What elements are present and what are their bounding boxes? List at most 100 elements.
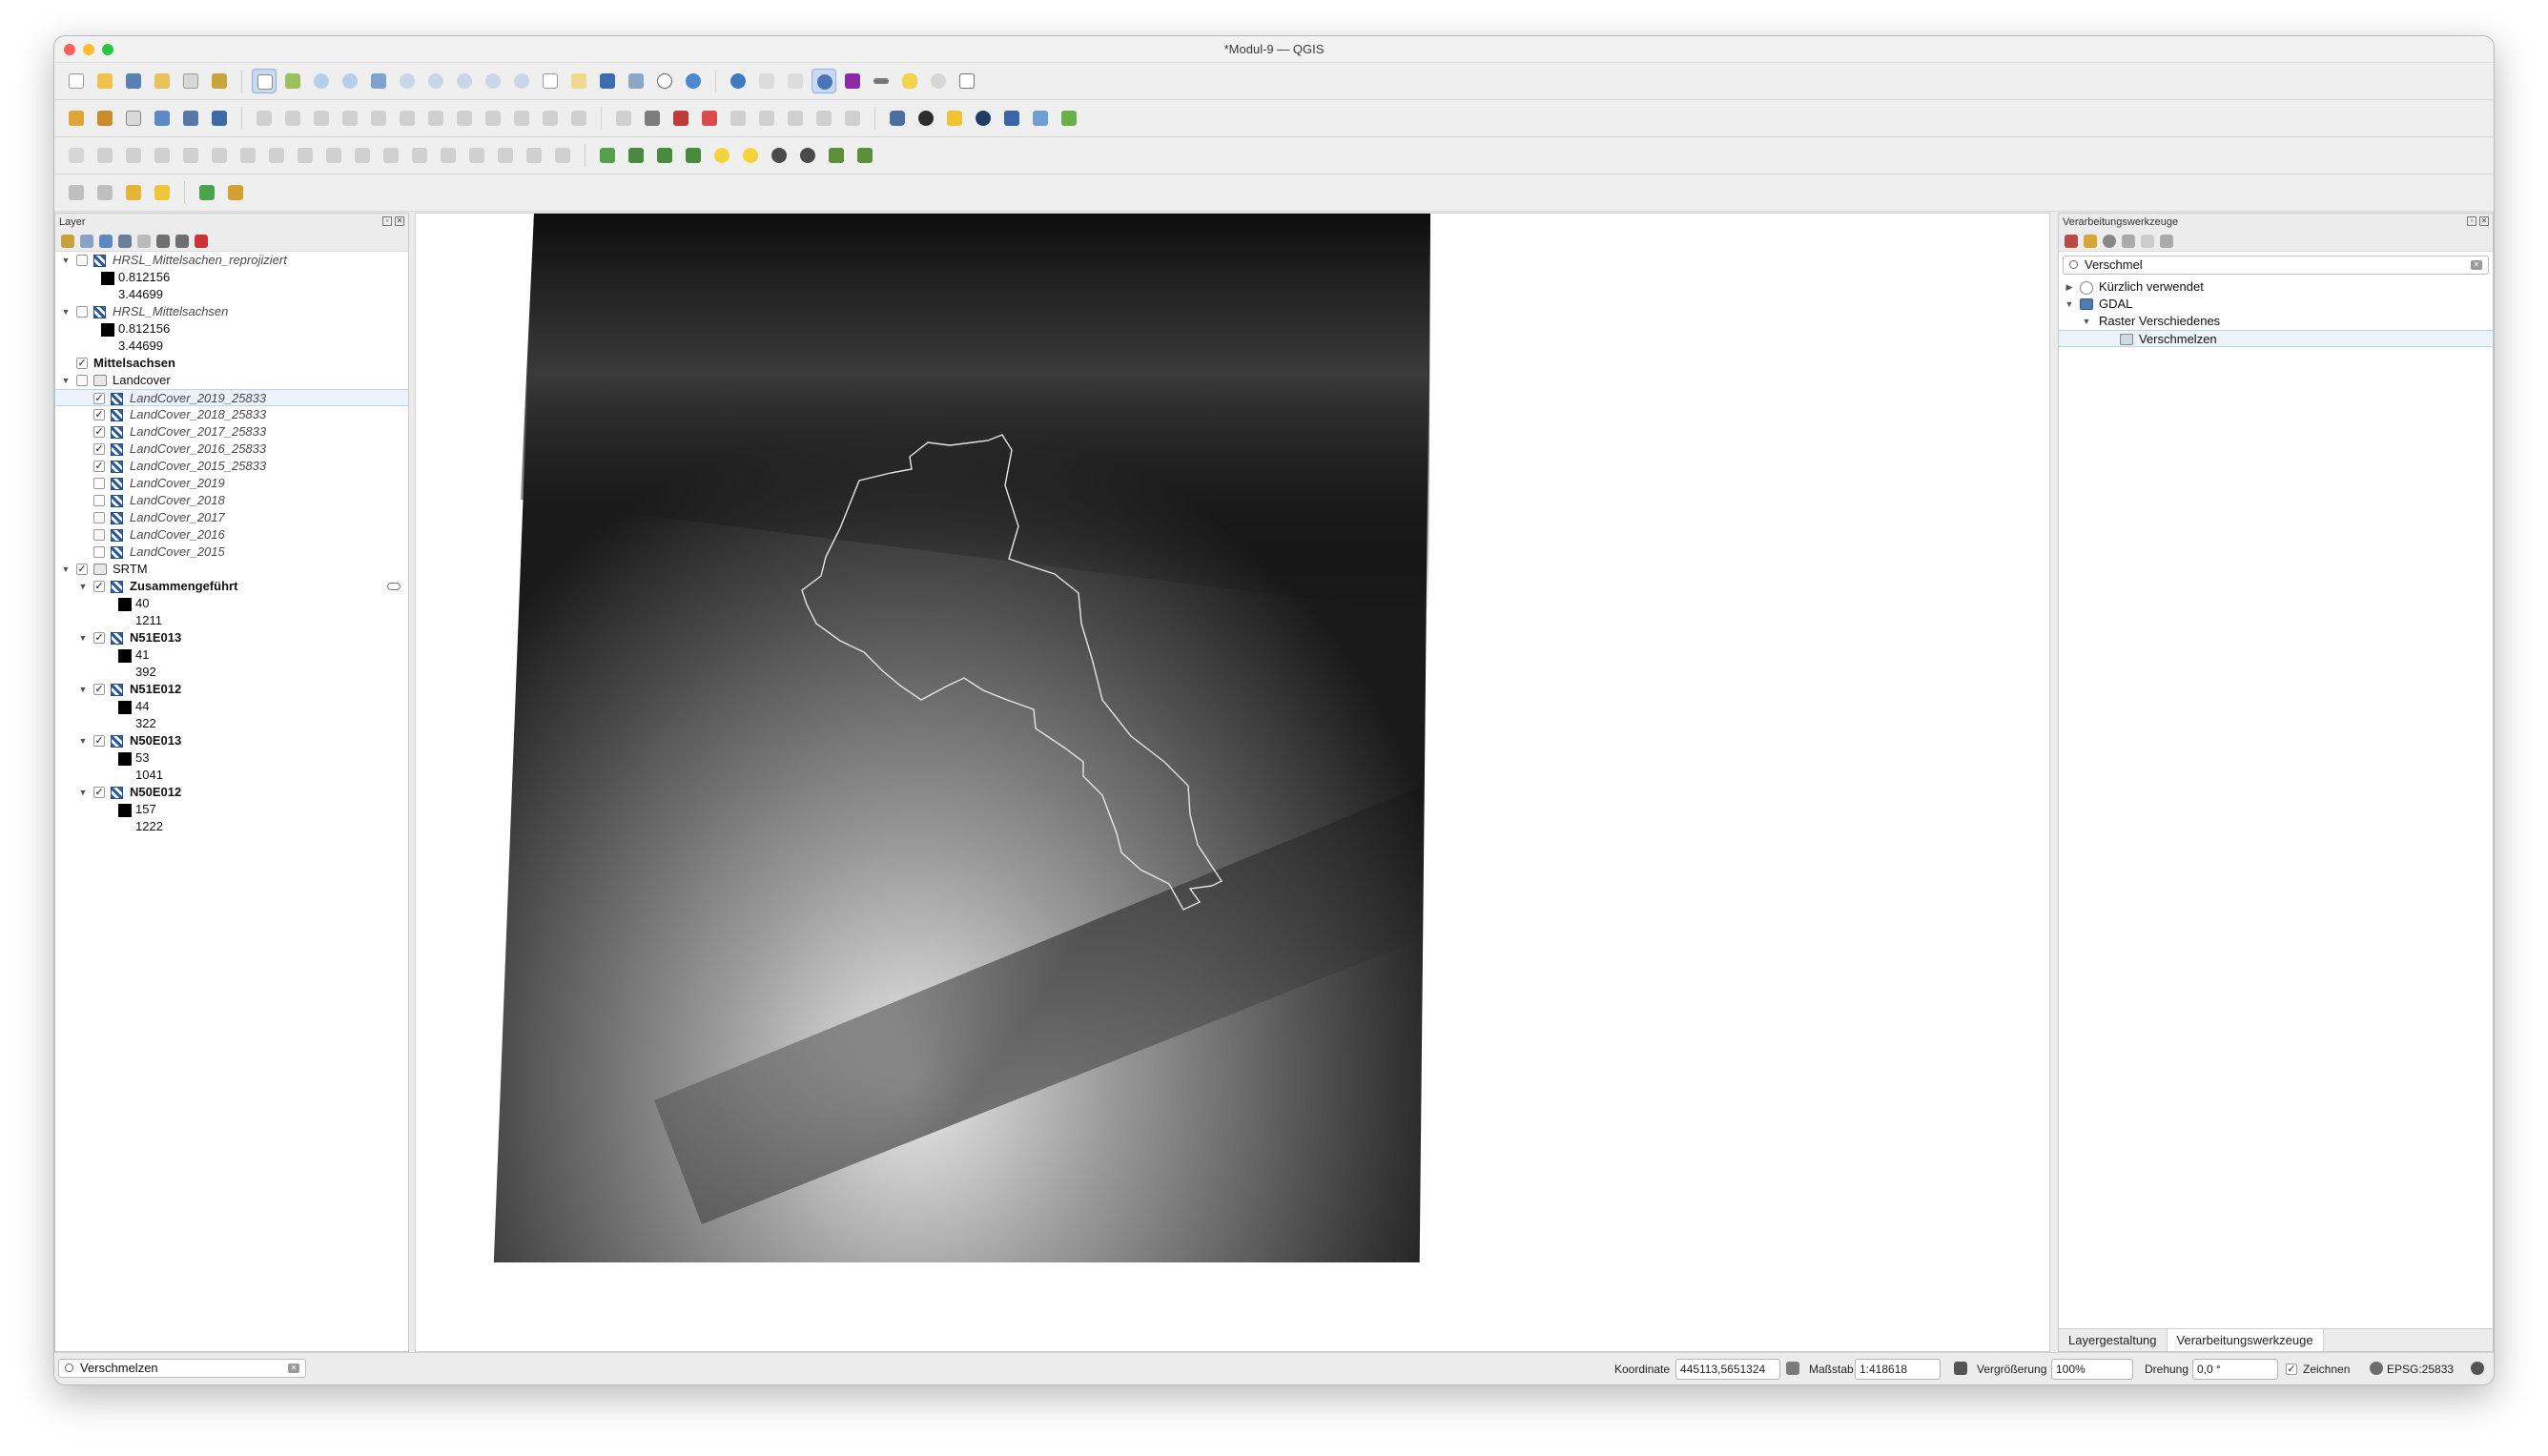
- open-attribute-table-button[interactable]: [754, 69, 779, 93]
- layer-item[interactable]: ▼ ✓ N50E012: [55, 784, 408, 801]
- layer-visibility-checkbox[interactable]: ✓: [93, 735, 105, 747]
- new-virtual-layer-button[interactable]: [207, 106, 232, 131]
- clear-locator-icon[interactable]: ✕: [288, 1364, 299, 1373]
- collapse-arrow-icon[interactable]: ▼: [78, 629, 88, 646]
- zoom-native-button[interactable]: [452, 69, 477, 93]
- add-part-button[interactable]: [207, 143, 232, 168]
- decrease-brightness-button[interactable]: [738, 143, 763, 168]
- open-project-button[interactable]: [92, 69, 117, 93]
- collapse-all-icon[interactable]: [175, 234, 189, 248]
- models-icon[interactable]: [2065, 234, 2078, 248]
- increase-gamma-button[interactable]: [824, 143, 849, 168]
- save-as-button[interactable]: [150, 69, 175, 93]
- data-source-manager-button[interactable]: [64, 106, 89, 131]
- layer-visibility-checkbox[interactable]: [76, 306, 88, 318]
- layer-item[interactable]: ✓ Mittelsachsen: [55, 355, 408, 372]
- new-3d-view-button[interactable]: [566, 69, 591, 93]
- increase-contrast-button[interactable]: [767, 143, 791, 168]
- show-bookmarks-button[interactable]: [624, 69, 648, 93]
- map-canvas[interactable]: [415, 213, 2050, 1352]
- messages-icon[interactable]: [2471, 1362, 2484, 1375]
- zoom-selection-button[interactable]: [395, 69, 420, 93]
- decrease-contrast-button[interactable]: [795, 143, 820, 168]
- expand-all-icon[interactable]: [156, 234, 170, 248]
- tree-item-verschmelzen[interactable]: Verschmelzen: [2059, 330, 2493, 347]
- pan-to-selection-button[interactable]: [280, 69, 305, 93]
- layer-item[interactable]: ▼ HRSL_Mittelsachen_reprojiziert: [55, 252, 408, 269]
- magnifier-field[interactable]: 100%: [2051, 1359, 2133, 1380]
- rotate-feature-button[interactable]: [121, 143, 146, 168]
- move-label-button[interactable]: [726, 106, 750, 131]
- new-geopackage-button[interactable]: [92, 106, 117, 131]
- pan-tool-button[interactable]: [252, 69, 277, 93]
- plugin-car-button[interactable]: [914, 106, 938, 131]
- collapse-arrow-icon[interactable]: ▼: [2082, 313, 2091, 330]
- split-parts-button[interactable]: [407, 143, 432, 168]
- zoom-in-button[interactable]: [309, 69, 334, 93]
- crs-label[interactable]: EPSG:25833: [2387, 1363, 2454, 1376]
- layer-visibility-checkbox[interactable]: ✓: [93, 426, 105, 438]
- coordinate-capture-button[interactable]: [223, 180, 248, 205]
- increase-brightness-button[interactable]: [709, 143, 734, 168]
- merge-attributes-button[interactable]: [464, 143, 489, 168]
- layer-item[interactable]: LandCover_2018: [55, 492, 408, 509]
- save-project-button[interactable]: [121, 69, 146, 93]
- rotate-symbols-button[interactable]: [493, 143, 518, 168]
- collapse-arrow-icon[interactable]: ▼: [61, 372, 71, 389]
- modify-attributes-button[interactable]: [395, 106, 420, 131]
- undo-button[interactable]: [538, 106, 563, 131]
- layer-style-icon[interactable]: [61, 234, 74, 248]
- new-shapefile-button[interactable]: [121, 106, 146, 131]
- decrease-gamma-button[interactable]: [853, 143, 877, 168]
- layer-item[interactable]: LandCover_2016: [55, 526, 408, 543]
- advanced-digitizing-button[interactable]: [64, 143, 89, 168]
- layer-visibility-checkbox[interactable]: ✓: [93, 581, 105, 592]
- delete-ring-button[interactable]: [264, 143, 289, 168]
- layer-indicator-icon[interactable]: [387, 583, 401, 590]
- layer-item[interactable]: ✓ LandCover_2017_25833: [55, 423, 408, 441]
- split-features-button[interactable]: [379, 143, 403, 168]
- layer-visibility-checkbox[interactable]: [93, 546, 105, 558]
- layer-visibility-checkbox[interactable]: ✓: [93, 443, 105, 455]
- options-icon[interactable]: [2160, 234, 2173, 248]
- processing-toolbox-button[interactable]: [812, 69, 836, 93]
- collapse-arrow-icon[interactable]: ▼: [78, 732, 88, 749]
- render-checkbox[interactable]: ✓: [2286, 1364, 2297, 1375]
- actions-button[interactable]: [926, 69, 951, 93]
- tab-layergestaltung[interactable]: Layergestaltung: [2059, 1329, 2168, 1351]
- current-edits-button[interactable]: [280, 106, 305, 131]
- deselect-button[interactable]: [121, 180, 146, 205]
- layer-item[interactable]: ✓ LandCover_2019_25833: [55, 389, 408, 406]
- label-pin-button[interactable]: [640, 106, 665, 131]
- zoom-next-button[interactable]: [509, 69, 534, 93]
- collapse-arrow-icon[interactable]: ▼: [61, 561, 71, 578]
- layer-visibility-checkbox[interactable]: [93, 529, 105, 541]
- label-properties-button[interactable]: [840, 106, 865, 131]
- python-console-button[interactable]: [942, 106, 967, 131]
- scripts-icon[interactable]: [2084, 234, 2097, 248]
- manage-themes-icon[interactable]: [99, 234, 113, 248]
- layer-item[interactable]: LandCover_2015: [55, 543, 408, 561]
- refresh-button[interactable]: [681, 69, 706, 93]
- histogram-button[interactable]: [595, 143, 620, 168]
- tree-item-raster-misc[interactable]: ▼ Raster Verschiedenes: [2059, 313, 2493, 330]
- map-tips-button[interactable]: [897, 69, 922, 93]
- layer-visibility-checkbox[interactable]: [93, 495, 105, 506]
- field-calculator-button[interactable]: [783, 69, 808, 93]
- crs-globe-icon[interactable]: [2370, 1362, 2383, 1375]
- map-render[interactable]: [416, 214, 2050, 1325]
- tree-item-gdal[interactable]: ▼ GDAL: [2059, 296, 2493, 313]
- clear-search-icon[interactable]: ✕: [2471, 260, 2482, 270]
- rotation-field[interactable]: 0,0 °: [2192, 1359, 2278, 1380]
- label-tool-button[interactable]: [611, 106, 636, 131]
- layer-visibility-checkbox[interactable]: [76, 375, 88, 386]
- layer-item[interactable]: ✓ LandCover_2018_25833: [55, 406, 408, 423]
- select-features-button[interactable]: [64, 180, 89, 205]
- histogram-full-button[interactable]: [681, 143, 706, 168]
- delete-part-button[interactable]: [293, 143, 318, 168]
- zoom-full-button[interactable]: [366, 69, 391, 93]
- layer-item[interactable]: ▼ ✓ N51E012: [55, 681, 408, 698]
- edit-features-in-place-icon[interactable]: [2141, 234, 2154, 248]
- abc-label-button[interactable]: [697, 106, 722, 131]
- select-location-button[interactable]: [150, 180, 175, 205]
